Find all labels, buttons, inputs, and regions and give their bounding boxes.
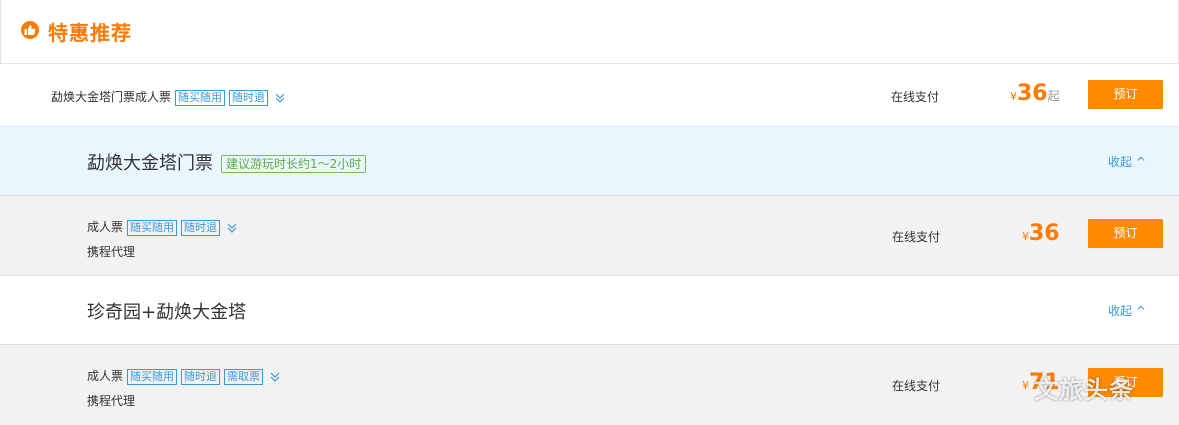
ticket-group-header: 勐焕大金塔门票 建议游玩时长约1～2小时 收起 ^ [0,126,1179,195]
agent-label: 携程代理 [87,245,136,259]
chevron-down-icon[interactable] [268,370,282,384]
summary-ticket-line: 勐焕大金塔门票成人票 随买随用 随时退 [51,88,287,106]
ticket-name: 成人票 [87,369,124,383]
tag-buy-anytime: 随买随用 [127,219,178,236]
ticket-line: 成人票 随买随用 随时退 需取票 [87,367,282,385]
price-suffix: 起 [1047,89,1060,103]
payment-method: 在线支付 [892,379,941,393]
ticket-row: 成人票 随买随用 随时退 携程代理 在线支付 ¥36 预订 [0,195,1179,275]
tag-buy-anytime: 随买随用 [175,89,226,106]
collapse-link[interactable]: 收起 ^ [1108,153,1146,170]
ticket-group-header: 珍奇园+勐焕大金塔 收起 ^ [0,275,1179,344]
price: ¥36 [1022,221,1060,246]
summary-ticket-name: 勐焕大金塔门票成人票 [51,90,172,104]
section-header: 特惠推荐 [0,0,1179,63]
agent-label: 携程代理 [87,394,136,408]
tag-refund-anytime: 随时退 [181,219,221,236]
group-title-line: 勐焕大金塔门票 建议游玩时长约1～2小时 [87,149,367,175]
collapse-link[interactable]: 收起 ^ [1108,302,1146,319]
group-title: 勐焕大金塔门票 [87,153,213,174]
tag-pickup-required: 需取票 [224,368,264,385]
price-value: 36 [1029,221,1060,246]
currency-symbol: ¥ [1010,90,1017,103]
chevron-down-icon[interactable] [273,91,287,105]
ticket-row: 成人票 随买随用 随时退 需取票 携程代理 在线支付 ¥71 预订 [0,344,1179,425]
payment-method: 在线支付 [892,230,941,244]
tag-refund-anytime: 随时退 [181,368,221,385]
thumbs-up-icon [21,21,39,39]
group-title: 珍奇园+勐焕大金塔 [87,302,247,323]
book-button[interactable]: 预订 [1088,219,1163,248]
currency-symbol: ¥ [1022,230,1029,243]
chevron-down-icon[interactable] [225,221,239,235]
ticket-line: 成人票 随买随用 随时退 [87,218,239,236]
tag-refund-anytime: 随时退 [229,89,269,106]
currency-symbol: ¥ [1022,379,1029,392]
watermark: 文旅头条 [1034,376,1134,404]
section-title: 特惠推荐 [48,21,132,45]
duration-tip: 建议游玩时长约1～2小时 [221,155,367,173]
payment-method: 在线支付 [891,90,940,104]
price: ¥36起 [1010,81,1060,106]
summary-ticket-row: 勐焕大金塔门票成人票 随买随用 随时退 在线支付 ¥36起 预订 [0,63,1179,126]
book-button[interactable]: 预订 [1088,80,1163,109]
price-value: 36 [1017,81,1048,106]
tag-buy-anytime: 随买随用 [127,368,178,385]
ticket-name: 成人票 [87,220,124,234]
